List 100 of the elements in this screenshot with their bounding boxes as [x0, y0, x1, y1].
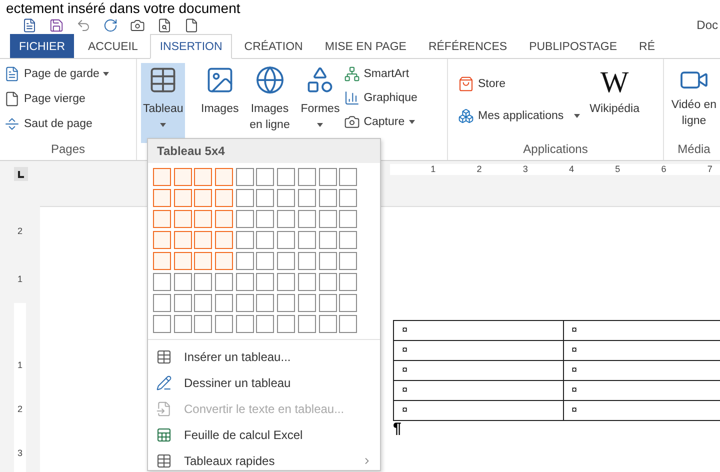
- grid-cell[interactable]: [215, 294, 234, 312]
- ribbon-button[interactable]: Page vierge: [4, 88, 110, 110]
- grid-cell[interactable]: [318, 231, 336, 249]
- grid-cell[interactable]: [256, 315, 274, 333]
- table-button[interactable]: Tableau: [141, 63, 186, 143]
- menu-item[interactable]: Tableaux rapides: [148, 448, 380, 472]
- grid-cell[interactable]: [298, 273, 316, 291]
- grid-cell[interactable]: [174, 231, 192, 249]
- grid-cell[interactable]: [215, 252, 234, 270]
- grid-cell[interactable]: [298, 294, 316, 312]
- grid-cell[interactable]: [174, 273, 192, 291]
- grid-cell[interactable]: [339, 168, 358, 186]
- grid-cell[interactable]: [318, 168, 336, 186]
- grid-cell[interactable]: [277, 231, 296, 249]
- grid-cell[interactable]: [318, 189, 336, 207]
- grid-cell[interactable]: [236, 189, 254, 207]
- grid-cell[interactable]: [215, 168, 234, 186]
- grid-cell[interactable]: [339, 210, 358, 228]
- grid-cell[interactable]: [215, 189, 234, 207]
- grid-cell[interactable]: [174, 189, 192, 207]
- menu-item[interactable]: Feuille de calcul Excel: [148, 422, 380, 448]
- grid-cell[interactable]: [277, 210, 296, 228]
- grid-cell[interactable]: [236, 273, 254, 291]
- grid-cell[interactable]: [298, 189, 316, 207]
- online-video-button[interactable]: Vidéo en ligne: [668, 63, 720, 142]
- grid-cell[interactable]: [194, 294, 212, 312]
- grid-cell[interactable]: [153, 189, 171, 207]
- grid-cell[interactable]: [298, 210, 316, 228]
- grid-cell[interactable]: [153, 168, 171, 186]
- grid-cell[interactable]: [174, 294, 192, 312]
- grid-cell[interactable]: [318, 273, 336, 291]
- grid-cell[interactable]: [174, 252, 192, 270]
- grid-cell[interactable]: [339, 315, 358, 333]
- undo-icon: [76, 18, 91, 32]
- grid-cell[interactable]: [277, 273, 296, 291]
- ribbon-button[interactable]: Store: [458, 73, 580, 95]
- grid-cell[interactable]: [215, 315, 234, 333]
- grid-cell[interactable]: [339, 273, 358, 291]
- grid-cell[interactable]: [256, 168, 274, 186]
- grid-cell[interactable]: [318, 210, 336, 228]
- grid-cell[interactable]: [236, 168, 254, 186]
- grid-cell[interactable]: [236, 294, 254, 312]
- grid-cell[interactable]: [256, 273, 274, 291]
- grid-cell[interactable]: [277, 168, 296, 186]
- bar-chart-icon: [344, 90, 360, 106]
- grid-cell[interactable]: [174, 168, 192, 186]
- grid-cell[interactable]: [153, 210, 171, 228]
- ribbon-tab[interactable]: INSERTION: [150, 34, 232, 59]
- grid-cell[interactable]: [277, 294, 296, 312]
- grid-cell[interactable]: [153, 252, 171, 270]
- grid-cell[interactable]: [256, 189, 274, 207]
- grid-cell[interactable]: [236, 315, 254, 333]
- grid-cell[interactable]: [236, 231, 254, 249]
- grid-cell[interactable]: [277, 252, 296, 270]
- grid-cell[interactable]: [298, 168, 316, 186]
- grid-cell[interactable]: [339, 189, 358, 207]
- ribbon-button[interactable]: SmartArt: [344, 63, 418, 85]
- grid-cell[interactable]: [174, 315, 192, 333]
- grid-cell[interactable]: [256, 210, 274, 228]
- grid-cell[interactable]: [298, 252, 316, 270]
- ribbon-button[interactable]: Saut de page: [4, 113, 110, 135]
- grid-cell[interactable]: [339, 294, 358, 312]
- grid-cell[interactable]: [194, 315, 212, 333]
- grid-cell[interactable]: [318, 252, 336, 270]
- grid-cell[interactable]: [194, 273, 212, 291]
- grid-cell[interactable]: [215, 231, 234, 249]
- grid-cell[interactable]: [194, 231, 212, 249]
- grid-cell[interactable]: [256, 252, 274, 270]
- menu-item[interactable]: Insérer un tableau...: [148, 344, 380, 370]
- grid-cell[interactable]: [277, 315, 296, 333]
- grid-cell[interactable]: [339, 231, 358, 249]
- tab-stop-icon[interactable]: [14, 167, 28, 181]
- wikipedia-button[interactable]: W Wikipédia: [588, 63, 642, 142]
- grid-cell[interactable]: [215, 273, 234, 291]
- grid-cell[interactable]: [153, 315, 171, 333]
- menu-item[interactable]: Dessiner un tableau: [148, 370, 380, 396]
- ribbon-button[interactable]: Capture: [344, 111, 418, 133]
- grid-cell[interactable]: [194, 210, 212, 228]
- ribbon-button[interactable]: Mes applications: [458, 105, 580, 127]
- grid-cell[interactable]: [318, 294, 336, 312]
- ribbon-button[interactable]: Page de garde: [4, 63, 110, 85]
- grid-cell[interactable]: [298, 315, 316, 333]
- grid-cell[interactable]: [256, 231, 274, 249]
- grid-cell[interactable]: [174, 210, 192, 228]
- grid-cell[interactable]: [194, 168, 212, 186]
- grid-cell[interactable]: [236, 252, 254, 270]
- file-tab[interactable]: FICHIER: [10, 34, 74, 58]
- grid-cell[interactable]: [194, 189, 212, 207]
- grid-cell[interactable]: [318, 315, 336, 333]
- grid-cell[interactable]: [153, 231, 171, 249]
- grid-cell[interactable]: [298, 231, 316, 249]
- grid-cell[interactable]: [153, 273, 171, 291]
- grid-cell[interactable]: [215, 210, 234, 228]
- grid-cell[interactable]: [339, 252, 358, 270]
- grid-cell[interactable]: [256, 294, 274, 312]
- grid-cell[interactable]: [153, 294, 171, 312]
- grid-cell[interactable]: [277, 189, 296, 207]
- ribbon-button[interactable]: Graphique: [344, 87, 418, 109]
- grid-cell[interactable]: [194, 252, 212, 270]
- grid-cell[interactable]: [236, 210, 254, 228]
